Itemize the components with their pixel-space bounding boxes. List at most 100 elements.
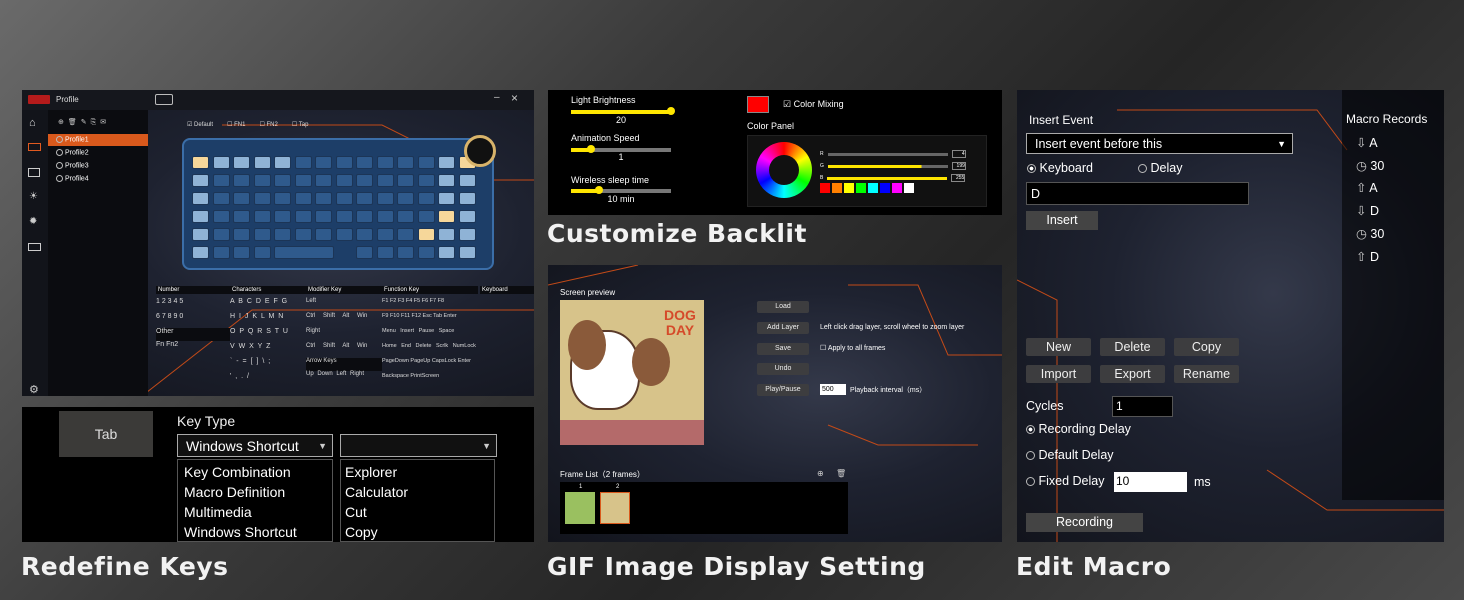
key-row[interactable]: ' , . /: [230, 373, 306, 388]
option-item[interactable]: Explorer: [345, 462, 490, 482]
profile-item[interactable]: Profile3: [56, 162, 89, 175]
record-item[interactable]: ⇧ A: [1356, 177, 1444, 200]
apply-all-check[interactable]: ☐ Apply to all frames: [820, 344, 885, 352]
keycap[interactable]: [438, 156, 455, 169]
color-mixing-check[interactable]: ☑ Color Mixing: [783, 99, 844, 110]
keycap[interactable]: [253, 174, 271, 187]
keycap[interactable]: [397, 210, 414, 223]
keycap[interactable]: [397, 246, 414, 259]
keycap[interactable]: [335, 192, 353, 205]
color-swatch[interactable]: [832, 183, 842, 193]
keycap[interactable]: [253, 228, 271, 241]
keycap[interactable]: [356, 174, 373, 187]
key-row[interactable]: 1 2 3 4 5: [156, 298, 230, 313]
keycap[interactable]: [376, 192, 394, 205]
keycap[interactable]: [376, 210, 394, 223]
import-button[interactable]: Import: [1026, 365, 1091, 383]
keyboard-icon[interactable]: [28, 143, 41, 151]
key-type-select[interactable]: Windows Shortcut ▼: [177, 434, 333, 457]
keycap[interactable]: [315, 192, 332, 205]
color-swatch[interactable]: [880, 183, 890, 193]
keycap[interactable]: [253, 192, 271, 205]
keycap[interactable]: [438, 192, 455, 205]
keyboard-image[interactable]: [182, 138, 494, 270]
keycap[interactable]: [417, 192, 435, 205]
layer-check-default[interactable]: ☑ Default: [187, 121, 213, 128]
keycap[interactable]: [356, 210, 373, 223]
volume-knob[interactable]: [464, 135, 496, 167]
keycap[interactable]: [315, 210, 332, 223]
fixed-delay-input[interactable]: 10: [1114, 472, 1187, 492]
key-preview-tab[interactable]: Tab: [59, 411, 153, 457]
keycap[interactable]: [356, 228, 373, 241]
keycap[interactable]: [397, 156, 414, 169]
record-item[interactable]: ⇩ D: [1356, 200, 1444, 223]
slider-handle[interactable]: [595, 186, 603, 194]
key-row[interactable]: Menu Insert Pause Space: [382, 328, 478, 343]
b-slider[interactable]: [827, 176, 948, 180]
home-icon[interactable]: ⌂: [29, 117, 36, 129]
keycap[interactable]: [335, 228, 353, 241]
undo-button[interactable]: Undo: [757, 363, 809, 375]
option-item[interactable]: Key Combination: [184, 462, 326, 482]
r-slider[interactable]: [827, 152, 948, 156]
keycap[interactable]: [233, 246, 250, 259]
keycap[interactable]: [417, 174, 435, 187]
color-swatch[interactable]: [868, 183, 878, 193]
keycap[interactable]: [294, 228, 312, 241]
record-item[interactable]: ◷ 30: [1356, 155, 1444, 178]
keycap[interactable]: [315, 228, 332, 241]
keycap[interactable]: [294, 174, 312, 187]
keycap[interactable]: [315, 174, 332, 187]
add-frame-icon[interactable]: ⊕: [817, 469, 824, 478]
key-row[interactable]: H I J K L M N: [230, 313, 306, 328]
keycap[interactable]: [458, 174, 476, 187]
macro-icon[interactable]: ✹: [29, 216, 37, 227]
keycap[interactable]: [335, 156, 353, 169]
key-row[interactable]: 6 7 8 9 0: [156, 313, 230, 328]
keycap[interactable]: [192, 192, 209, 205]
keycap[interactable]: [212, 156, 230, 169]
keycap[interactable]: [274, 156, 291, 169]
keycap[interactable]: [417, 246, 435, 259]
keycap[interactable]: [294, 156, 312, 169]
recording-delay-radio[interactable]: Recording Delay: [1026, 422, 1131, 436]
keycap[interactable]: [294, 192, 312, 205]
keycap[interactable]: [233, 192, 250, 205]
recording-button[interactable]: Recording: [1026, 513, 1143, 532]
layer-check-fn2[interactable]: ☐ FN2: [259, 121, 277, 128]
option-item[interactable]: Cut: [345, 502, 490, 522]
keycap[interactable]: [417, 228, 435, 241]
keycap[interactable]: [274, 192, 291, 205]
keycap[interactable]: [458, 210, 476, 223]
keycap[interactable]: [356, 246, 373, 259]
keycap[interactable]: [397, 174, 414, 187]
profile-item[interactable]: Profile1: [56, 136, 89, 149]
insert-event-select[interactable]: Insert event before this ▼: [1026, 133, 1293, 154]
play-pause-button[interactable]: Play/Pause: [757, 384, 809, 396]
option-item[interactable]: Multimedia: [184, 502, 326, 522]
key-row[interactable]: F9 F10 F11 F12 Esc Tab Enter: [382, 313, 478, 328]
keycap[interactable]: [294, 210, 312, 223]
keys-icon[interactable]: [28, 243, 41, 251]
frame-thumbnail[interactable]: [565, 492, 595, 524]
keycap[interactable]: [212, 246, 230, 259]
option-item[interactable]: Windows Shortcut: [184, 522, 326, 542]
keycap[interactable]: [397, 228, 414, 241]
keycap[interactable]: [233, 156, 250, 169]
record-item[interactable]: ⇧ D: [1356, 246, 1444, 269]
keycap[interactable]: [376, 246, 394, 259]
keycap[interactable]: [458, 192, 476, 205]
new-button[interactable]: New: [1026, 338, 1091, 356]
default-delay-radio[interactable]: Default Delay: [1026, 448, 1114, 462]
keycap[interactable]: [192, 246, 209, 259]
keycap[interactable]: [458, 246, 476, 259]
color-swatch[interactable]: [892, 183, 902, 193]
screen-icon[interactable]: [28, 168, 40, 177]
key-row[interactable]: Up Down Left Right: [306, 371, 382, 386]
sleep-slider[interactable]: [571, 186, 671, 194]
keycap[interactable]: [376, 156, 394, 169]
keycap[interactable]: [417, 210, 435, 223]
delay-radio[interactable]: Delay: [1138, 161, 1182, 175]
color-wheel[interactable]: [756, 142, 812, 198]
